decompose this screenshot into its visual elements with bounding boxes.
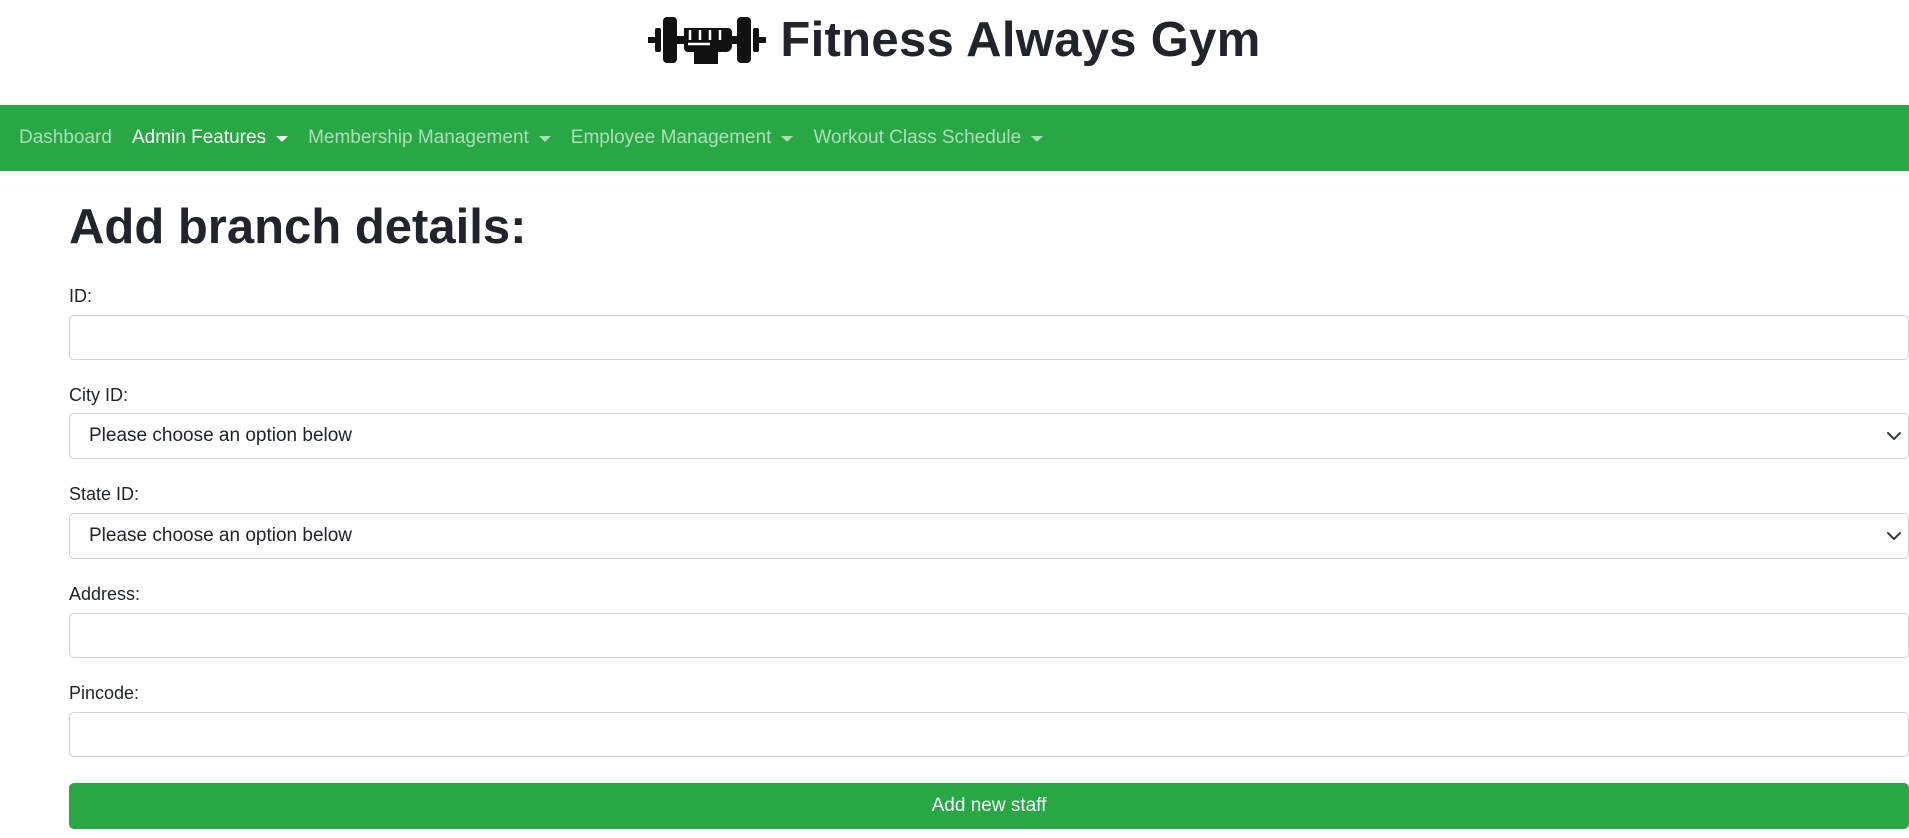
main-navbar: Dashboard Admin Features Membership Mana… xyxy=(0,105,1909,171)
state-id-select[interactable]: Please choose an option below xyxy=(69,513,1909,560)
caret-down-icon xyxy=(538,136,551,142)
nav-workout-class-schedule-label: Workout Class Schedule xyxy=(813,127,1022,148)
nav-dashboard[interactable]: Dashboard xyxy=(19,119,122,157)
add-new-staff-button[interactable]: Add new staff xyxy=(69,782,1909,829)
nav-admin-features[interactable]: Admin Features xyxy=(122,119,298,157)
city-id-selected-value: Please choose an option below xyxy=(89,425,353,447)
id-label: ID: xyxy=(69,285,93,306)
nav-employee-management[interactable]: Employee Management xyxy=(561,119,804,157)
chevron-down-icon xyxy=(1887,532,1901,541)
address-field-group: Address: xyxy=(69,584,1909,659)
main-content: Add branch details: ID: City ID: Please … xyxy=(0,200,1909,829)
nav-admin-features-label: Admin Features xyxy=(131,127,267,148)
state-id-label: State ID: xyxy=(69,484,140,505)
state-id-selected-value: Please choose an option below xyxy=(89,525,353,547)
brand[interactable]: Fitness Always Gym xyxy=(648,12,1260,68)
pincode-label: Pincode: xyxy=(69,683,140,704)
nav-membership-management[interactable]: Membership Management xyxy=(298,119,561,157)
nav-workout-class-schedule[interactable]: Workout Class Schedule xyxy=(803,119,1053,157)
nav-membership-management-label: Membership Management xyxy=(308,127,529,148)
pincode-field-group: Pincode: xyxy=(69,683,1909,757)
id-input[interactable] xyxy=(69,314,1909,360)
nav-dashboard-label: Dashboard xyxy=(19,127,112,148)
state-id-field-group: State ID: Please choose an option below xyxy=(69,484,1909,560)
id-field-group: ID: xyxy=(69,285,1909,360)
dumbbell-fist-icon xyxy=(648,17,767,64)
nav-employee-management-label: Employee Management xyxy=(570,127,772,148)
pincode-input[interactable] xyxy=(69,711,1909,757)
city-id-field-group: City ID: Please choose an option below xyxy=(69,384,1909,460)
caret-down-icon xyxy=(1031,136,1044,142)
page-title: Add branch details: xyxy=(69,200,527,254)
brand-title: Fitness Always Gym xyxy=(780,13,1261,67)
city-id-label: City ID: xyxy=(69,384,129,405)
brand-header: Fitness Always Gym xyxy=(0,0,1909,105)
city-id-select[interactable]: Please choose an option below xyxy=(69,413,1909,460)
address-label: Address: xyxy=(69,584,141,605)
caret-down-icon xyxy=(276,136,289,142)
caret-down-icon xyxy=(781,136,794,142)
address-input[interactable] xyxy=(69,613,1909,659)
chevron-down-icon xyxy=(1887,432,1901,441)
